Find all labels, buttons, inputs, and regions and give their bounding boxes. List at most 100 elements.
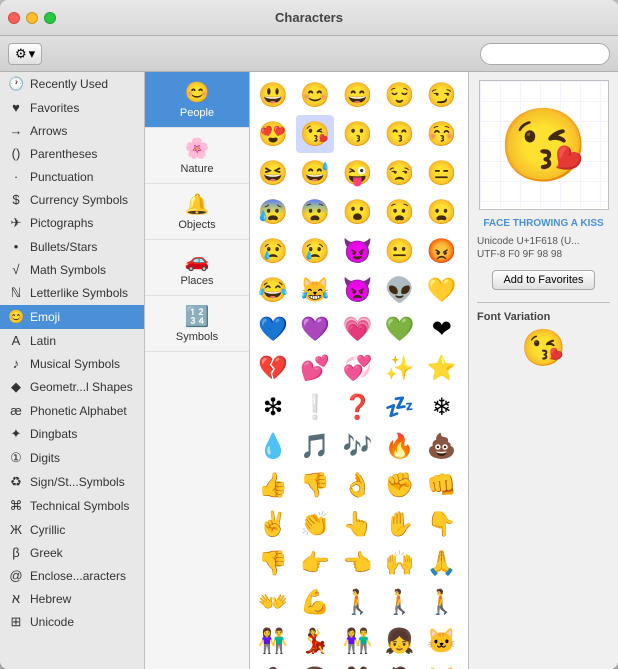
- category-objects[interactable]: 🔔Objects: [145, 184, 249, 240]
- sidebar-item-musical[interactable]: ♪Musical Symbols: [0, 352, 144, 375]
- emoji-cell[interactable]: 🎵: [296, 427, 334, 465]
- emoji-cell[interactable]: 💕: [296, 349, 334, 387]
- emoji-cell[interactable]: 😆: [254, 154, 292, 192]
- sidebar-item-enclosed[interactable]: @Enclose...aracters: [0, 564, 144, 587]
- emoji-cell[interactable]: 💞: [338, 349, 376, 387]
- emoji-cell[interactable]: 😏: [423, 76, 461, 114]
- emoji-cell[interactable]: 😈: [338, 232, 376, 270]
- emoji-cell[interactable]: 😨: [296, 193, 334, 231]
- emoji-cell[interactable]: 😚: [423, 115, 461, 153]
- sidebar-item-recently-used[interactable]: 🕐Recently Used: [0, 72, 144, 96]
- category-places[interactable]: 🚗Places: [145, 240, 249, 296]
- sidebar-item-math[interactable]: √Math Symbols: [0, 258, 144, 281]
- emoji-cell[interactable]: 🚶: [381, 583, 419, 621]
- emoji-cell[interactable]: 😰: [254, 193, 292, 231]
- sidebar-item-digits[interactable]: ①Digits: [0, 446, 144, 470]
- emoji-cell[interactable]: 👐: [254, 583, 292, 621]
- emoji-cell[interactable]: 😮: [338, 193, 376, 231]
- emoji-cell[interactable]: ✨: [381, 349, 419, 387]
- close-button[interactable]: [8, 12, 20, 24]
- category-symbols[interactable]: 🔢Symbols: [145, 296, 249, 352]
- emoji-cell[interactable]: 😑: [423, 154, 461, 192]
- sidebar-item-currency[interactable]: $Currency Symbols: [0, 188, 144, 211]
- emoji-cell[interactable]: ❄: [423, 388, 461, 426]
- emoji-cell[interactable]: 😒: [381, 154, 419, 192]
- sidebar-item-emoji[interactable]: 😊Emoji: [0, 305, 144, 329]
- emoji-cell[interactable]: 🔥: [381, 427, 419, 465]
- sidebar-item-letterlike[interactable]: ℕLetterlike Symbols: [0, 281, 144, 305]
- emoji-cell[interactable]: 👌: [338, 466, 376, 504]
- sidebar-item-technical[interactable]: ⌘Technical Symbols: [0, 494, 144, 518]
- sidebar-item-unicode[interactable]: ⊞Unicode: [0, 610, 144, 634]
- emoji-cell[interactable]: 👫: [338, 661, 376, 669]
- emoji-cell[interactable]: 😘: [296, 115, 334, 153]
- category-nature[interactable]: 🌸Nature: [145, 128, 249, 184]
- emoji-cell[interactable]: ❕: [296, 388, 334, 426]
- emoji-cell[interactable]: 👫: [338, 622, 376, 660]
- emoji-cell[interactable]: 🎶: [338, 427, 376, 465]
- sidebar-item-parentheses[interactable]: ()Parentheses: [0, 142, 144, 165]
- sidebar-item-arrows[interactable]: →Arrows: [0, 119, 144, 142]
- emoji-cell[interactable]: 😄: [338, 76, 376, 114]
- sidebar-item-dingbats[interactable]: ✦Dingbats: [0, 422, 144, 446]
- sidebar-item-latin[interactable]: ALatin: [0, 329, 144, 352]
- emoji-cell[interactable]: 😐: [381, 232, 419, 270]
- emoji-cell[interactable]: ✌: [254, 505, 292, 543]
- sidebar-item-punctuation[interactable]: ·Punctuation: [0, 165, 144, 188]
- emoji-cell[interactable]: 😢: [254, 232, 292, 270]
- emoji-cell[interactable]: 🐱: [423, 661, 461, 669]
- emoji-cell[interactable]: ❤: [423, 310, 461, 348]
- emoji-cell[interactable]: 💪: [296, 583, 334, 621]
- emoji-cell[interactable]: 💙: [254, 310, 292, 348]
- emoji-cell[interactable]: 👎: [254, 544, 292, 582]
- emoji-cell[interactable]: 👶: [254, 661, 292, 669]
- emoji-cell[interactable]: 👰: [381, 661, 419, 669]
- emoji-cell[interactable]: 👫: [254, 622, 292, 660]
- minimize-button[interactable]: [26, 12, 38, 24]
- sidebar-item-cyrillic[interactable]: ЖCyrillic: [0, 518, 144, 541]
- emoji-cell[interactable]: 👿: [338, 271, 376, 309]
- sidebar-item-geometric[interactable]: ◆Geometr...l Shapes: [0, 375, 144, 399]
- emoji-cell[interactable]: 🐱: [423, 622, 461, 660]
- emoji-cell[interactable]: 😢: [296, 232, 334, 270]
- emoji-cell[interactable]: 👽: [381, 271, 419, 309]
- emoji-cell[interactable]: 👧: [381, 622, 419, 660]
- emoji-cell[interactable]: 👏: [296, 505, 334, 543]
- emoji-cell[interactable]: ⭐: [423, 349, 461, 387]
- emoji-cell[interactable]: 💧: [254, 427, 292, 465]
- sidebar-item-bullets[interactable]: •Bullets/Stars: [0, 235, 144, 258]
- emoji-cell[interactable]: 😡: [423, 232, 461, 270]
- search-input[interactable]: [480, 43, 610, 65]
- emoji-cell[interactable]: 👎: [296, 466, 334, 504]
- sidebar-item-favorites[interactable]: ♥Favorites: [0, 96, 144, 119]
- emoji-cell[interactable]: 😗: [338, 115, 376, 153]
- emoji-cell[interactable]: ✋: [381, 505, 419, 543]
- emoji-cell[interactable]: 💚: [381, 310, 419, 348]
- emoji-cell[interactable]: 😅: [296, 154, 334, 192]
- emoji-cell[interactable]: 💗: [338, 310, 376, 348]
- emoji-cell[interactable]: ❇: [254, 388, 292, 426]
- emoji-cell[interactable]: 🚶: [423, 583, 461, 621]
- emoji-cell[interactable]: 💤: [381, 388, 419, 426]
- emoji-cell[interactable]: 👆: [338, 505, 376, 543]
- add-to-favorites-button[interactable]: Add to Favorites: [492, 270, 594, 290]
- emoji-cell[interactable]: 👇: [423, 505, 461, 543]
- sidebar-item-greek[interactable]: βGreek: [0, 541, 144, 564]
- emoji-cell[interactable]: 👧: [296, 661, 334, 669]
- emoji-cell[interactable]: 👍: [254, 466, 292, 504]
- sidebar-item-phonetic[interactable]: æPhonetic Alphabet: [0, 399, 144, 422]
- emoji-cell[interactable]: 🙌: [381, 544, 419, 582]
- category-people[interactable]: 😊People: [145, 72, 249, 128]
- gear-button[interactable]: ⚙ ▾: [8, 43, 42, 65]
- emoji-cell[interactable]: 😍: [254, 115, 292, 153]
- emoji-cell[interactable]: 😊: [296, 76, 334, 114]
- emoji-cell[interactable]: 💜: [296, 310, 334, 348]
- emoji-cell[interactable]: ❓: [338, 388, 376, 426]
- emoji-cell[interactable]: 💔: [254, 349, 292, 387]
- emoji-cell[interactable]: 💃: [296, 622, 334, 660]
- emoji-cell[interactable]: 😜: [338, 154, 376, 192]
- emoji-cell[interactable]: 😃: [254, 76, 292, 114]
- emoji-cell[interactable]: 😌: [381, 76, 419, 114]
- sidebar-item-sign[interactable]: ♻Sign/St...Symbols: [0, 470, 144, 494]
- emoji-cell[interactable]: 👊: [423, 466, 461, 504]
